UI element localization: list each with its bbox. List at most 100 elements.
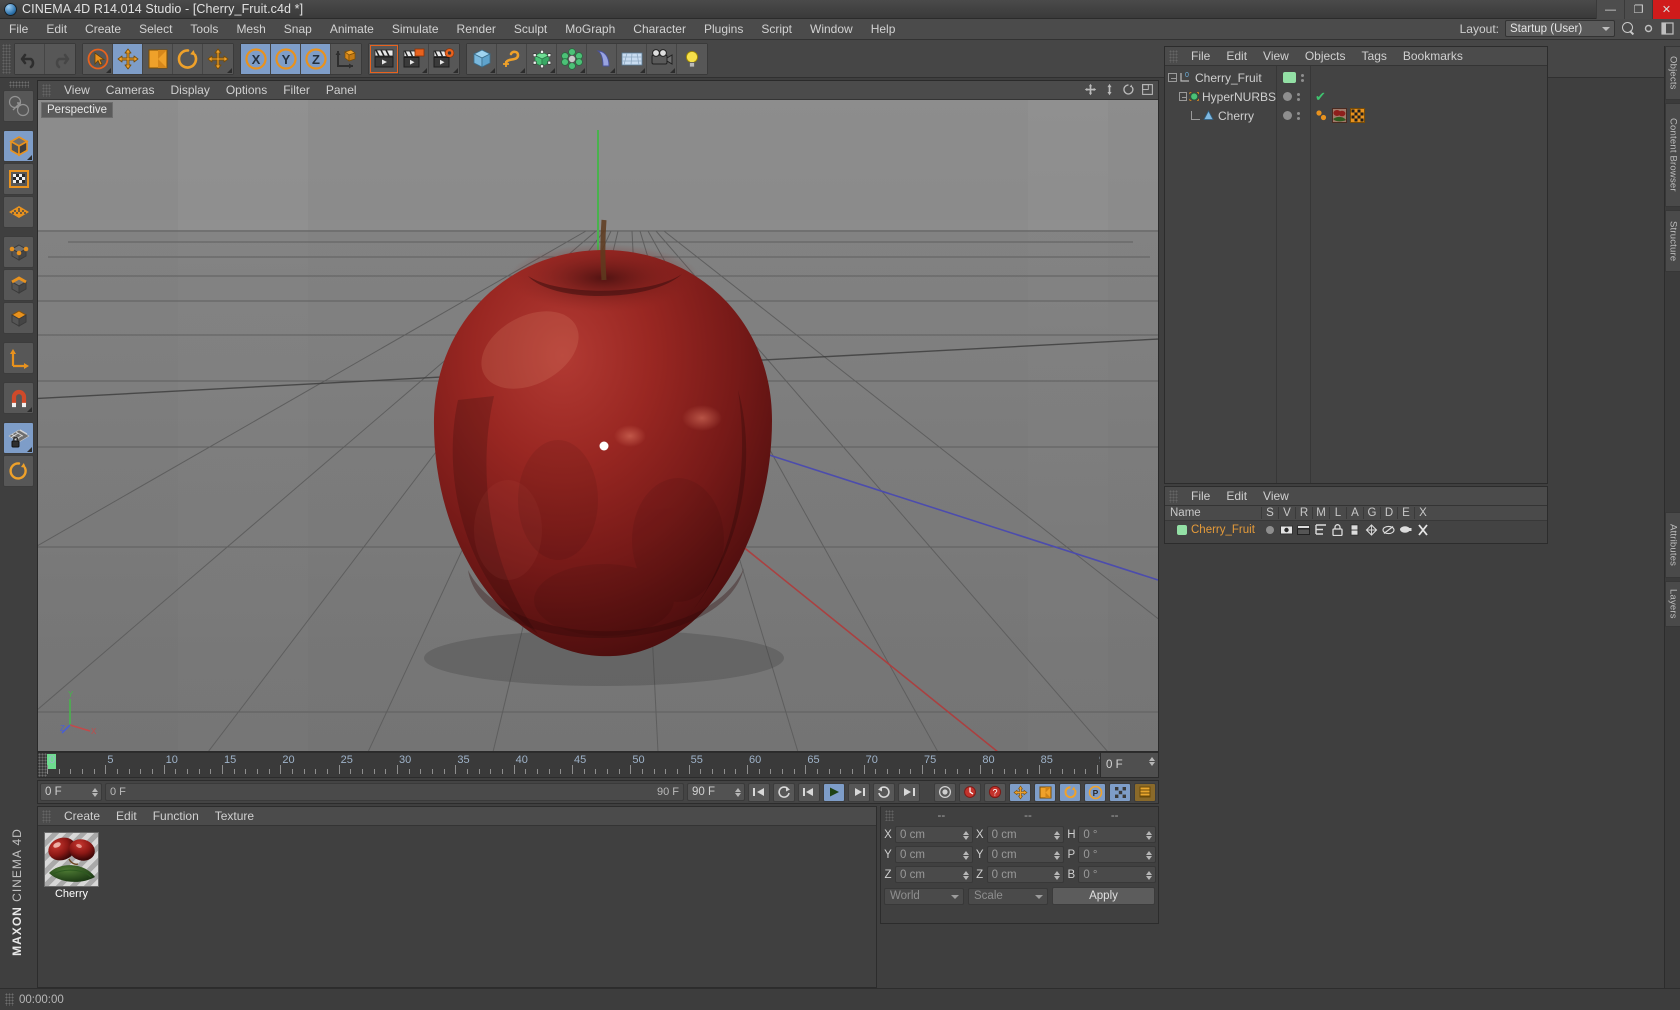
- expander-icon[interactable]: [1168, 73, 1177, 82]
- max-frame-input[interactable]: 90 F: [687, 783, 745, 801]
- timeline-ruler[interactable]: 051015202530354045505560657075808590 0 F: [37, 752, 1159, 778]
- rotate-tool[interactable]: [173, 43, 203, 74]
- layer-col-g[interactable]: G: [1363, 507, 1380, 519]
- timeline-grip[interactable]: [38, 753, 47, 777]
- scale-tool[interactable]: [143, 43, 173, 74]
- tab-content-browser[interactable]: Content Browser: [1665, 103, 1680, 207]
- material-menu-function[interactable]: Function: [145, 807, 207, 826]
- menu-tools[interactable]: Tools: [181, 19, 227, 40]
- layer-col-x[interactable]: X: [1414, 507, 1431, 519]
- commander-icon[interactable]: [1642, 22, 1655, 35]
- layer-cell-x[interactable]: [1414, 523, 1431, 536]
- lm-menu-file[interactable]: File: [1183, 487, 1218, 506]
- current-frame-input[interactable]: 0 F: [40, 783, 102, 801]
- timeline-track[interactable]: 051015202530354045505560657075808590: [47, 753, 1100, 777]
- lm-menu-edit[interactable]: Edit: [1218, 487, 1255, 506]
- workplane-lock-button[interactable]: [3, 422, 34, 454]
- coord-input-rot-b[interactable]: 0 °: [1078, 866, 1157, 883]
- layer-col-s[interactable]: S: [1261, 507, 1278, 519]
- undo-view-button[interactable]: [3, 90, 34, 122]
- autokeying-button[interactable]: [959, 782, 981, 802]
- go-to-end-button[interactable]: [898, 782, 920, 802]
- om-menu-view[interactable]: View: [1255, 47, 1297, 66]
- layer-manager-grip[interactable]: [1169, 489, 1178, 503]
- maximize-view-icon[interactable]: [1141, 83, 1154, 96]
- material-menu-edit[interactable]: Edit: [108, 807, 145, 826]
- play-forward-loop-button[interactable]: [873, 782, 895, 802]
- tab-layers[interactable]: Layers: [1665, 581, 1680, 627]
- coord-input-pos-y[interactable]: 0 cm: [895, 846, 973, 863]
- object-row-cherry-fruit[interactable]: 0 Cherry_Fruit: [1165, 68, 1276, 87]
- render-settings-button[interactable]: [429, 43, 459, 74]
- viewport-canvas[interactable]: Perspective Y X Z: [38, 100, 1158, 751]
- material-grip[interactable]: [42, 809, 51, 823]
- om-menu-edit[interactable]: Edit: [1218, 47, 1255, 66]
- spinner-icon[interactable]: [1054, 851, 1061, 860]
- step-forward-button[interactable]: [848, 782, 870, 802]
- minimize-button[interactable]: —: [1596, 0, 1624, 19]
- visibility-row-cherry[interactable]: [1277, 106, 1310, 125]
- edge-mode-button[interactable]: [3, 269, 34, 301]
- menu-character[interactable]: Character: [624, 19, 695, 40]
- timeline-toggle-button[interactable]: [1134, 782, 1156, 802]
- add-light-button[interactable]: [677, 43, 707, 74]
- menu-help[interactable]: Help: [862, 19, 905, 40]
- enable-snap-button[interactable]: [3, 382, 34, 414]
- om-menu-bookmarks[interactable]: Bookmarks: [1395, 47, 1471, 66]
- layout-select[interactable]: Startup (User): [1505, 20, 1615, 37]
- layer-cell-e[interactable]: [1397, 524, 1414, 535]
- menu-mograph[interactable]: MoGraph: [556, 19, 624, 40]
- visibility-dot[interactable]: [1283, 92, 1292, 101]
- scale-key-button[interactable]: [1034, 782, 1056, 802]
- om-menu-file[interactable]: File: [1183, 47, 1218, 66]
- model-mode-button[interactable]: [3, 130, 34, 162]
- point-mode-button[interactable]: [3, 236, 34, 268]
- tab-structure[interactable]: Structure: [1665, 210, 1680, 272]
- lock-x-axis[interactable]: X: [241, 43, 271, 74]
- layer-cell-d[interactable]: [1380, 524, 1397, 536]
- layer-row[interactable]: Cherry_Fruit: [1165, 521, 1547, 538]
- play-backwards-loop-button[interactable]: [773, 782, 795, 802]
- menu-mesh[interactable]: Mesh: [227, 19, 274, 40]
- menu-select[interactable]: Select: [130, 19, 181, 40]
- layer-cell-l[interactable]: [1329, 523, 1346, 536]
- viewport-menu-view[interactable]: View: [56, 81, 98, 100]
- object-manager-grip[interactable]: [1169, 49, 1178, 63]
- material-menu-create[interactable]: Create: [56, 807, 108, 826]
- layer-col-v[interactable]: V: [1278, 507, 1295, 519]
- current-frame-spinner-icon[interactable]: [92, 788, 98, 797]
- coord-input-rot-p[interactable]: 0 °: [1078, 846, 1157, 863]
- layout-menu-icon[interactable]: [1661, 22, 1674, 35]
- viewport-menu-cameras[interactable]: Cameras: [98, 81, 163, 100]
- coord-input-size-x[interactable]: 0 cm: [986, 826, 1065, 843]
- om-menu-tags[interactable]: Tags: [1354, 47, 1395, 66]
- spinner-icon[interactable]: [1149, 757, 1155, 766]
- layer-col-r[interactable]: R: [1295, 507, 1312, 519]
- layer-color-swatch[interactable]: [1283, 72, 1296, 83]
- axis-modify-tool[interactable]: [203, 43, 233, 74]
- add-nurbs-button[interactable]: [527, 43, 557, 74]
- menu-snap[interactable]: Snap: [275, 19, 321, 40]
- go-to-start-button[interactable]: [748, 782, 770, 802]
- redo-button[interactable]: [45, 43, 75, 74]
- visibility-dot[interactable]: [1283, 111, 1292, 120]
- menu-simulate[interactable]: Simulate: [383, 19, 448, 40]
- coordinates-grip[interactable]: [885, 810, 894, 821]
- spinner-icon[interactable]: [962, 871, 969, 880]
- tab-attributes[interactable]: Attributes: [1665, 512, 1680, 578]
- spinner-icon[interactable]: [962, 851, 969, 860]
- pla-key-button[interactable]: [1109, 782, 1131, 802]
- menu-render[interactable]: Render: [448, 19, 505, 40]
- texture-tag-icon[interactable]: [1332, 108, 1347, 123]
- search-icon[interactable]: [1621, 21, 1636, 36]
- coord-input-pos-x[interactable]: 0 cm: [895, 826, 973, 843]
- spinner-icon[interactable]: [1054, 871, 1061, 880]
- menu-animate[interactable]: Animate: [321, 19, 383, 40]
- toolbar-grip[interactable]: [2, 43, 11, 74]
- object-row-cherry[interactable]: Cherry: [1165, 106, 1276, 125]
- menu-window[interactable]: Window: [801, 19, 862, 40]
- move-tool[interactable]: [113, 43, 143, 74]
- timeline-current-frame-field[interactable]: 0 F: [1100, 753, 1158, 777]
- apply-button[interactable]: Apply: [1052, 887, 1155, 905]
- spinner-icon[interactable]: [1146, 831, 1153, 840]
